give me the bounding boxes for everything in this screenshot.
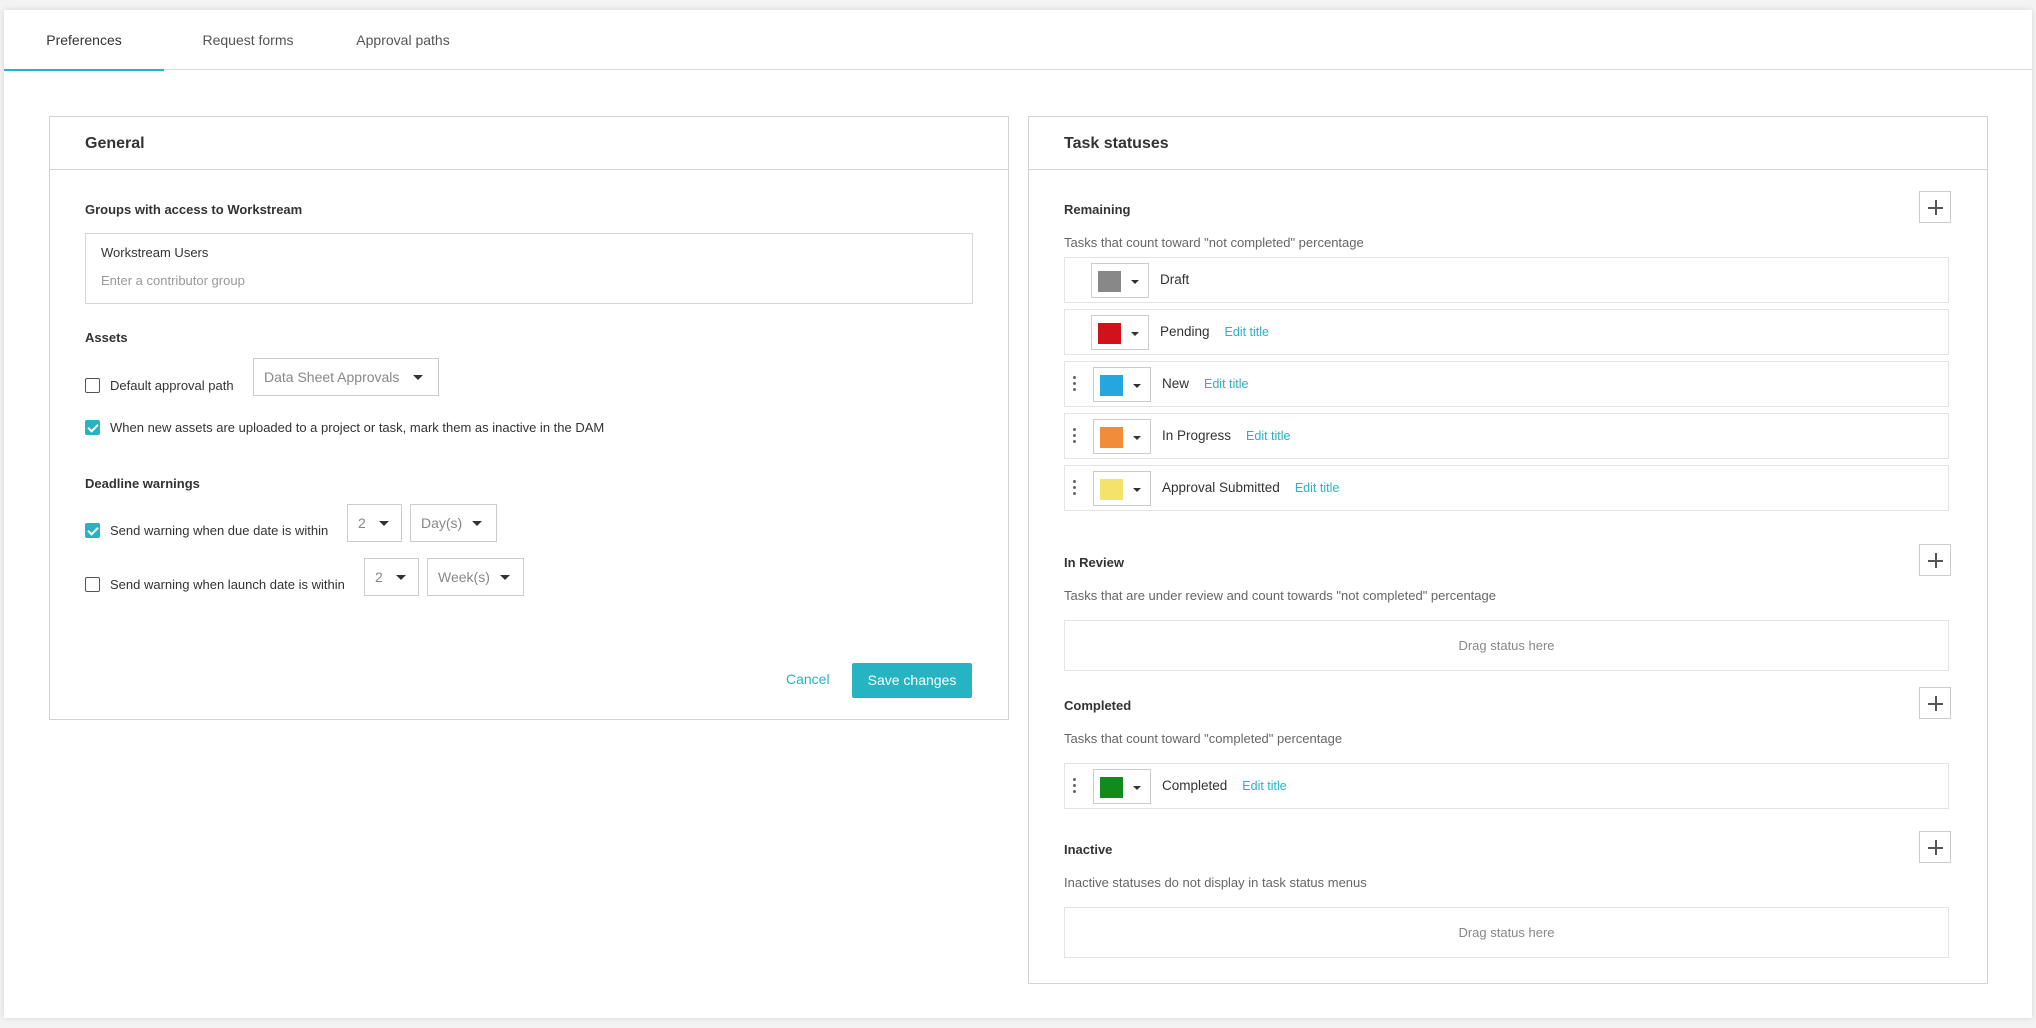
color-picker-completed[interactable] bbox=[1093, 769, 1151, 804]
chevron-down-icon bbox=[379, 521, 389, 526]
tab-request-forms[interactable]: Request forms bbox=[184, 10, 312, 70]
inactive-section-title: Inactive bbox=[1064, 842, 1113, 857]
default-approval-select[interactable]: Data Sheet Approvals bbox=[253, 358, 439, 396]
color-swatch bbox=[1100, 427, 1123, 448]
assets-section-title: Assets bbox=[85, 330, 128, 345]
status-row-pending[interactable]: Pending Edit title bbox=[1064, 309, 1949, 355]
groups-section-title: Groups with access to Workstream bbox=[85, 202, 303, 217]
task-statuses-panel: Task statuses Remaining Tasks that count… bbox=[1028, 116, 1988, 984]
status-name: Pending bbox=[1160, 324, 1210, 339]
color-picker-in-progress[interactable] bbox=[1093, 419, 1151, 454]
status-row-completed[interactable]: Completed Edit title bbox=[1064, 763, 1949, 809]
due-warning-label: Send warning when due date is within bbox=[110, 523, 329, 538]
tab-bar: Preferences Request forms Approval paths bbox=[4, 10, 2032, 71]
due-unit-select[interactable]: Day(s) bbox=[410, 504, 497, 542]
status-row-new[interactable]: New Edit title bbox=[1064, 361, 1949, 407]
default-approval-checkbox[interactable] bbox=[85, 378, 100, 393]
chevron-down-icon bbox=[396, 575, 406, 580]
mark-inactive-label: When new assets are uploaded to a projec… bbox=[110, 420, 605, 435]
color-swatch bbox=[1100, 777, 1123, 798]
general-panel: General Groups with access to Workstream… bbox=[49, 116, 1009, 720]
group-input-placeholder: Enter a contributor group bbox=[101, 273, 245, 288]
status-name: Completed bbox=[1162, 778, 1228, 793]
contributor-group-input[interactable]: Workstream Users Enter a contributor gro… bbox=[85, 233, 973, 304]
color-swatch bbox=[1098, 271, 1121, 292]
inactive-description: Inactive statuses do not display in task… bbox=[1064, 875, 1367, 890]
general-panel-title: General bbox=[50, 117, 1008, 170]
edit-title-link[interactable]: Edit title bbox=[1225, 325, 1269, 339]
status-name: New bbox=[1162, 376, 1190, 391]
drag-handle-icon[interactable] bbox=[1073, 480, 1077, 496]
drag-handle-icon[interactable] bbox=[1073, 376, 1077, 392]
launch-warning-checkbox[interactable] bbox=[85, 577, 100, 592]
status-name: Approval Submitted bbox=[1162, 480, 1280, 495]
edit-title-link[interactable]: Edit title bbox=[1242, 779, 1286, 793]
edit-title-link[interactable]: Edit title bbox=[1204, 377, 1248, 391]
task-statuses-title: Task statuses bbox=[1029, 117, 1987, 170]
remaining-section-title: Remaining bbox=[1064, 202, 1131, 217]
status-name: In Progress bbox=[1162, 428, 1232, 443]
status-row-approval-submitted[interactable]: Approval Submitted Edit title bbox=[1064, 465, 1949, 511]
drag-handle-icon[interactable] bbox=[1073, 428, 1077, 444]
launch-unit-value: Week(s) bbox=[438, 569, 490, 585]
launch-number-select[interactable]: 2 bbox=[364, 558, 419, 596]
add-inactive-status-button[interactable] bbox=[1919, 831, 1951, 863]
chevron-down-icon bbox=[1133, 384, 1141, 388]
color-swatch bbox=[1100, 375, 1123, 396]
chevron-down-icon bbox=[1131, 332, 1139, 336]
color-picker-draft[interactable] bbox=[1091, 263, 1149, 298]
due-number-value: 2 bbox=[358, 515, 366, 531]
default-approval-label: Default approval path bbox=[110, 378, 234, 393]
status-row-draft[interactable]: Draft bbox=[1064, 257, 1949, 303]
chevron-down-icon bbox=[1133, 436, 1141, 440]
settings-window: Preferences Request forms Approval paths… bbox=[4, 10, 2032, 1018]
color-picker-new[interactable] bbox=[1093, 367, 1151, 402]
default-approval-value: Data Sheet Approvals bbox=[264, 369, 400, 385]
chevron-down-icon bbox=[500, 575, 510, 580]
chevron-down-icon bbox=[1131, 280, 1139, 284]
in-review-section-title: In Review bbox=[1064, 555, 1124, 570]
in-review-drop-zone[interactable]: Drag status here bbox=[1064, 620, 1949, 671]
tab-preferences[interactable]: Preferences bbox=[4, 10, 164, 71]
due-warning-checkbox[interactable] bbox=[85, 523, 100, 538]
launch-number-value: 2 bbox=[375, 569, 383, 585]
status-row-in-progress[interactable]: In Progress Edit title bbox=[1064, 413, 1949, 459]
color-swatch bbox=[1098, 323, 1121, 344]
completed-description: Tasks that count toward "completed" perc… bbox=[1064, 731, 1343, 746]
drag-handle-icon[interactable] bbox=[1073, 778, 1077, 794]
add-remaining-status-button[interactable] bbox=[1919, 191, 1951, 223]
group-chip[interactable]: Workstream Users bbox=[101, 245, 208, 260]
due-unit-value: Day(s) bbox=[421, 515, 463, 531]
chevron-down-icon bbox=[413, 375, 423, 380]
launch-unit-select[interactable]: Week(s) bbox=[427, 558, 524, 596]
color-swatch bbox=[1100, 479, 1123, 500]
deadline-section-title: Deadline warnings bbox=[85, 476, 200, 491]
add-in-review-status-button[interactable] bbox=[1919, 544, 1951, 576]
inactive-drop-zone[interactable]: Drag status here bbox=[1064, 907, 1949, 958]
edit-title-link[interactable]: Edit title bbox=[1295, 481, 1339, 495]
launch-warning-label: Send warning when launch date is within bbox=[110, 577, 345, 592]
color-picker-approval-submitted[interactable] bbox=[1093, 471, 1151, 506]
cancel-button[interactable]: Cancel bbox=[786, 671, 830, 687]
in-review-description: Tasks that are under review and count to… bbox=[1064, 588, 1496, 603]
add-completed-status-button[interactable] bbox=[1919, 687, 1951, 719]
remaining-description: Tasks that count toward "not completed" … bbox=[1064, 235, 1364, 250]
color-picker-pending[interactable] bbox=[1091, 315, 1149, 350]
save-changes-button[interactable]: Save changes bbox=[852, 663, 972, 698]
due-number-select[interactable]: 2 bbox=[347, 504, 402, 542]
chevron-down-icon bbox=[1133, 488, 1141, 492]
chevron-down-icon bbox=[1133, 786, 1141, 790]
mark-inactive-checkbox[interactable] bbox=[85, 420, 100, 435]
status-name: Draft bbox=[1160, 272, 1190, 287]
edit-title-link[interactable]: Edit title bbox=[1246, 429, 1290, 443]
chevron-down-icon bbox=[472, 521, 482, 526]
tab-approval-paths[interactable]: Approval paths bbox=[339, 10, 467, 70]
completed-section-title: Completed bbox=[1064, 698, 1132, 713]
